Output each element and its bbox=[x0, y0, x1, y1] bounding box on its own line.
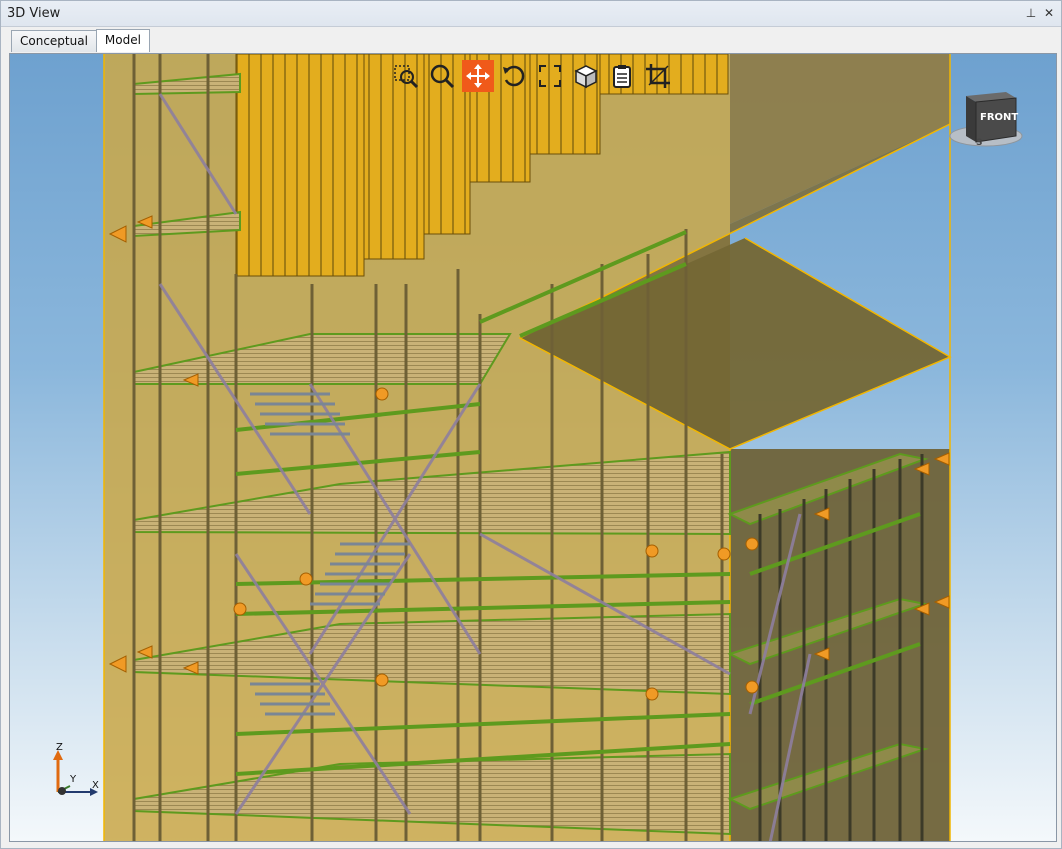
axis-indicator: Z Y X bbox=[48, 742, 108, 802]
tab-conceptual[interactable]: Conceptual bbox=[11, 30, 97, 52]
zoom-window-icon[interactable] bbox=[390, 60, 422, 92]
navigation-cube[interactable]: FRONT S bbox=[946, 84, 1026, 154]
axis-y-label: Y bbox=[70, 774, 77, 785]
view-box-icon[interactable] bbox=[570, 60, 602, 92]
facade-panels bbox=[235, 54, 365, 277]
crop-icon[interactable] bbox=[642, 60, 674, 92]
rotate-icon[interactable] bbox=[498, 60, 530, 92]
clipboard-icon[interactable] bbox=[606, 60, 638, 92]
window-title: 3D View bbox=[7, 6, 61, 21]
view-tabs: Conceptual Model bbox=[11, 29, 150, 53]
close-icon[interactable]: ✕ bbox=[1041, 5, 1057, 21]
axis-z-label: Z bbox=[56, 742, 63, 753]
3d-viewport[interactable]: FRONT S Z Y X bbox=[9, 53, 1057, 842]
fit-all-icon[interactable] bbox=[534, 60, 566, 92]
pin-icon[interactable]: ⊥ bbox=[1023, 5, 1039, 21]
axis-x-label: X bbox=[92, 780, 99, 791]
view-toolbar bbox=[390, 60, 674, 92]
scaffold-scene bbox=[103, 54, 952, 841]
navcube-compass-label: S bbox=[976, 138, 983, 148]
pan-icon[interactable] bbox=[462, 60, 494, 92]
3d-view-window: 3D View ⊥ ✕ Conceptual Model FRONT S Z Y… bbox=[0, 0, 1062, 849]
title-bar: 3D View ⊥ ✕ bbox=[1, 1, 1061, 27]
tab-model[interactable]: Model bbox=[95, 29, 150, 52]
zoom-icon[interactable] bbox=[426, 60, 458, 92]
navcube-front-label: FRONT bbox=[980, 112, 1019, 123]
